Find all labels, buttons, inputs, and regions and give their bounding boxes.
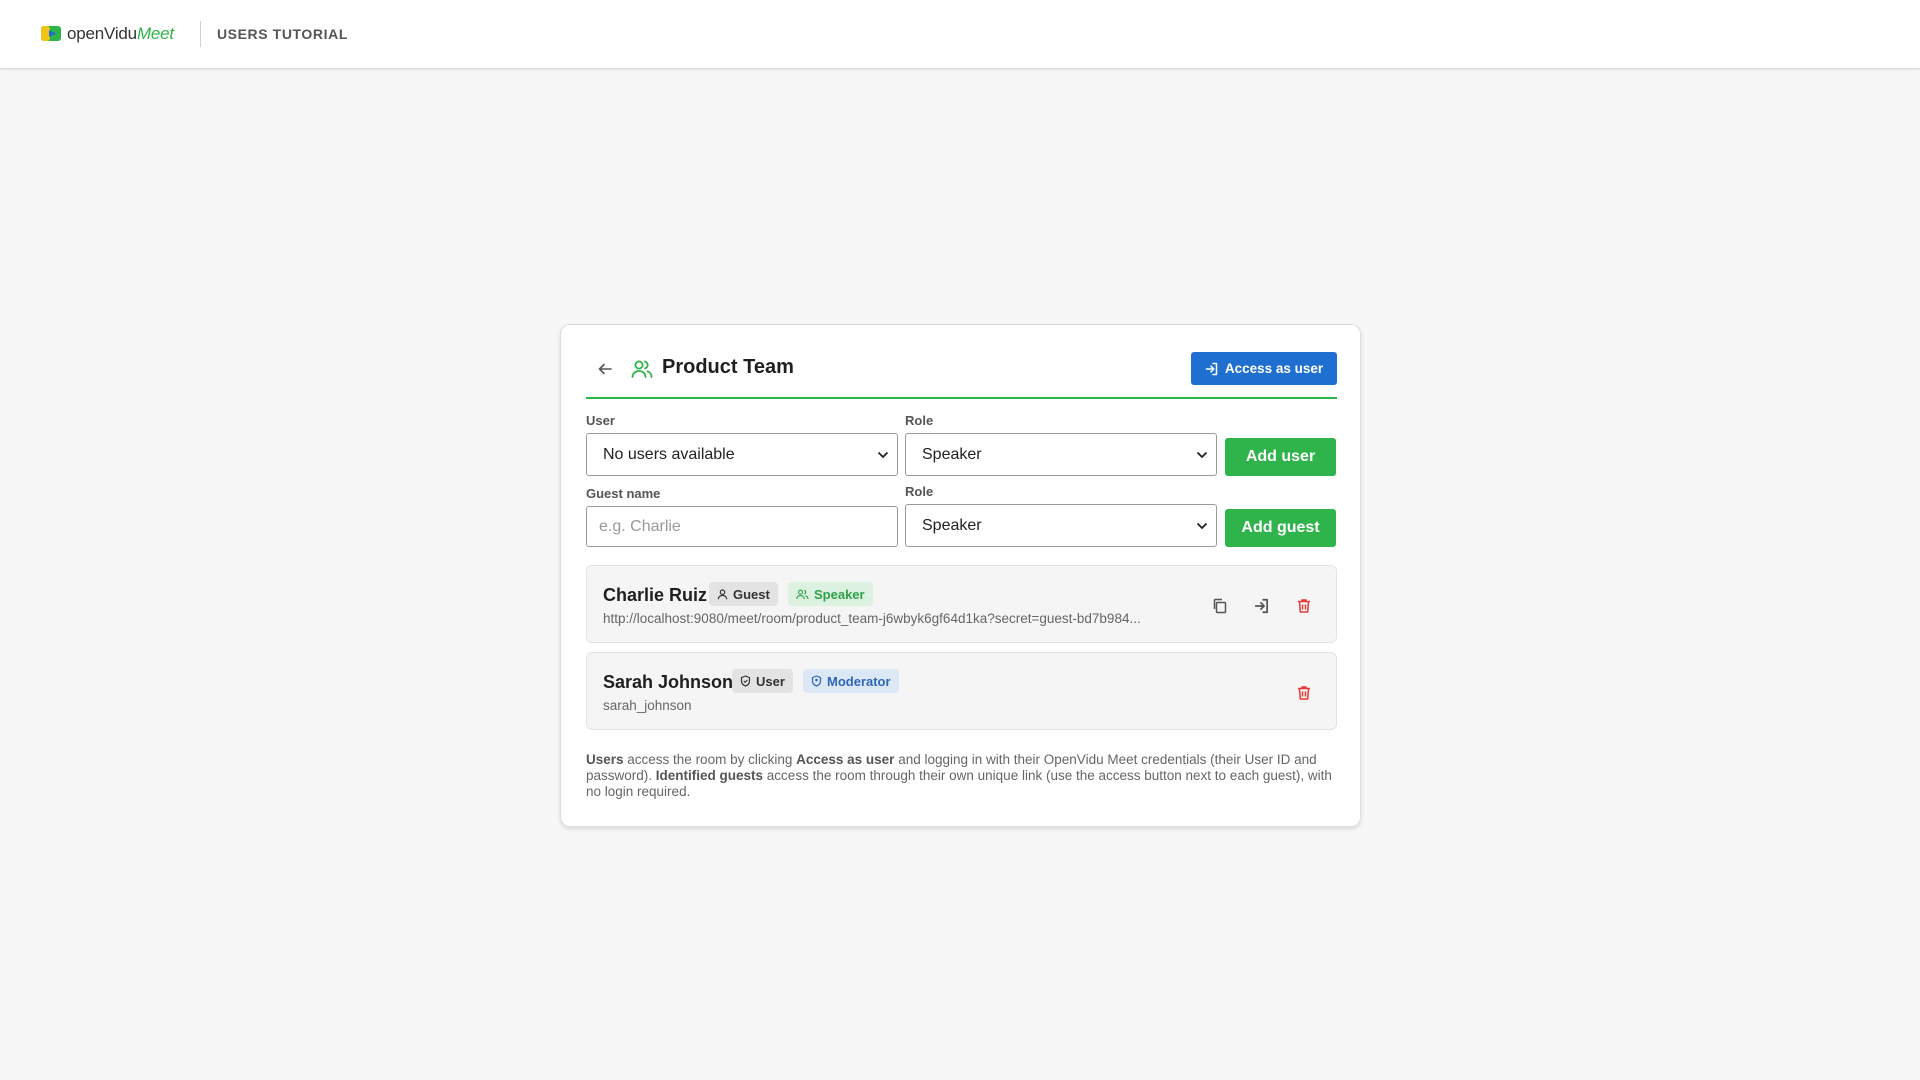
help-identified-guests: Identified guests [655,768,764,783]
moderator-badge: Moderator [803,669,899,693]
login-icon [1254,598,1268,614]
help-text-part: access the room by clicking [623,752,797,767]
user-role-select[interactable]: Speaker [905,433,1217,476]
username: sarah_johnson [603,698,692,713]
access-as-user-button[interactable]: Access as user [1191,352,1337,385]
guest-name-label: Guest name [586,486,661,501]
copy-link-button[interactable] [1208,594,1232,618]
delete-member-button[interactable] [1292,681,1316,705]
copy-icon [1213,598,1227,614]
guest-badge: Guest [709,582,778,606]
user-role-value: Speaker [922,445,982,463]
badge-label: Guest [733,586,770,602]
group-icon [796,589,809,599]
guest-link: http://localhost:9080/meet/room/product_… [603,611,1141,626]
trash-icon [1298,599,1310,613]
delete-member-button[interactable] [1292,594,1316,618]
tutorial-label: USERS TUTORIAL [216,26,348,42]
group-icon [631,360,653,378]
member-name: Charlie Ruiz [603,585,708,605]
badge-label: Moderator [827,673,891,689]
guest-role-value: Speaker [922,516,982,534]
badge-label: Speaker [814,586,865,602]
room-title: Product Team [662,356,794,378]
user-role-label: Role [905,413,934,428]
member-name: Sarah Johnson [603,672,734,692]
add-guest-button[interactable]: Add guest [1225,509,1336,547]
user-badge: User [732,669,793,693]
add-user-button[interactable]: Add user [1225,438,1336,476]
speaker-badge: Speaker [788,582,873,606]
person-icon [717,588,728,599]
help-text: Users access the room by clicking Access… [586,752,1337,800]
badge-label: User [756,673,785,689]
member-row: Charlie Ruiz Guest Speaker http://localh… [586,565,1337,643]
top-bar: openViduMeet USERS TUTORIAL [0,0,1920,69]
brand-name: openViduMeet [67,24,174,43]
user-select[interactable]: No users available [586,433,898,476]
arrow-left-icon [598,363,612,375]
chevron-down-icon [1196,522,1208,529]
trash-icon [1298,686,1310,700]
room-header: Product Team Access as user [586,352,1337,399]
guest-role-label: Role [905,484,934,499]
help-users: Users [586,752,624,767]
chevron-down-icon [1196,451,1208,458]
login-icon [1205,362,1218,375]
help-access-as-user: Access as user [796,752,895,767]
member-row: Sarah Johnson User Moderator sarah_johns… [586,652,1337,730]
chevron-down-icon [877,451,889,458]
guest-name-input[interactable] [586,506,898,547]
guest-role-select[interactable]: Speaker [905,504,1217,547]
back-button[interactable] [594,358,616,380]
user-label: User [586,413,615,428]
join-as-guest-button[interactable] [1250,594,1274,618]
room-card: Product Team Access as user User No user… [560,324,1361,827]
shield-icon [740,675,751,687]
openvidu-logo-icon [41,26,61,41]
user-select-value: No users available [603,445,735,463]
brand-logo[interactable]: openViduMeet [41,24,174,44]
header-divider [199,21,201,47]
shield-person-icon [811,675,822,687]
access-as-user-label: Access as user [1224,361,1324,376]
